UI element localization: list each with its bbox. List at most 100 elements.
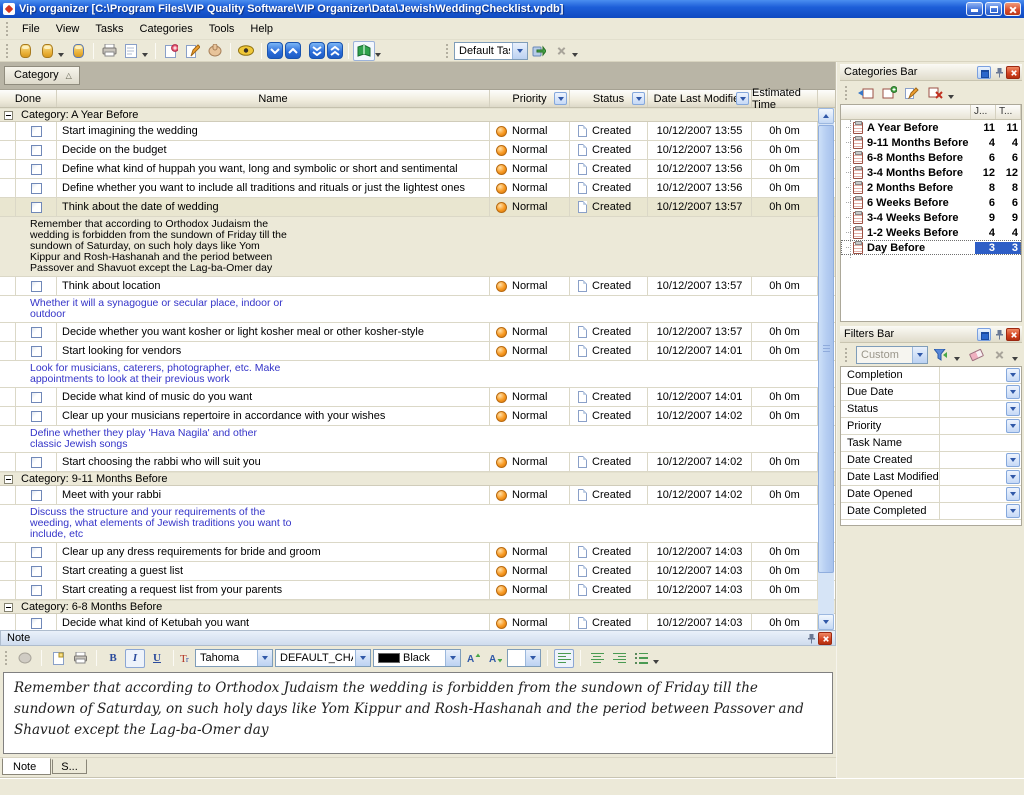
font-name-dropdown-button[interactable] [257, 650, 272, 666]
filter-preset-select[interactable]: Custom [856, 346, 928, 364]
apply-note-button[interactable] [15, 649, 35, 668]
column-header-estimated-time[interactable]: Estimated Time [752, 90, 818, 107]
filter-dropdown-button[interactable] [1006, 487, 1020, 501]
filter-dropdown-button[interactable] [1006, 453, 1020, 467]
category-item[interactable]: 6-8 Months Before66 [841, 150, 1021, 165]
task-row[interactable]: Define whether you want to include all t… [0, 179, 835, 198]
column-header-priority[interactable]: Priority [490, 90, 570, 107]
menu-tasks[interactable]: Tasks [87, 20, 131, 38]
filter-dropdown-button[interactable] [1006, 419, 1020, 433]
task-done-checkbox[interactable] [31, 547, 42, 558]
font-size-select[interactable] [507, 649, 541, 667]
task-done-checkbox[interactable] [31, 327, 42, 338]
task-done-checkbox[interactable] [31, 566, 42, 577]
menu-help[interactable]: Help [242, 20, 281, 38]
task-done-checkbox[interactable] [31, 183, 42, 194]
delete-view-button[interactable] [550, 41, 572, 61]
priority-filter-dropdown[interactable] [554, 92, 567, 105]
delete-category-button[interactable] [925, 83, 945, 102]
menu-tools[interactable]: Tools [201, 20, 243, 38]
collapse-icon[interactable] [4, 111, 13, 120]
column-header-date-modified[interactable]: Date Last Modified [648, 90, 752, 107]
filter-preset-dropdown-button[interactable] [912, 347, 927, 363]
task-row[interactable]: Decide on the budgetNormalCreated10/12/2… [0, 141, 835, 160]
new-task-button[interactable] [160, 41, 182, 61]
category-item[interactable]: 3-4 Months Before1212 [841, 165, 1021, 180]
categories-close-button[interactable] [1006, 66, 1020, 79]
tab-s[interactable]: S... [52, 759, 87, 774]
task-done-checkbox[interactable] [31, 164, 42, 175]
view-notes-button[interactable] [235, 41, 257, 61]
scroll-up-button[interactable] [818, 108, 834, 124]
edit-category-button[interactable] [902, 83, 922, 102]
filters-toolbar-more-icon[interactable] [1012, 357, 1018, 361]
clear-filter-button[interactable] [966, 345, 986, 364]
filter-dropdown-button[interactable] [1006, 470, 1020, 484]
task-done-checkbox[interactable] [31, 346, 42, 357]
category-group-row[interactable]: Category: 9-11 Months Before [0, 472, 835, 486]
task-done-checkbox[interactable] [31, 457, 42, 468]
categories-column-t[interactable]: T... [996, 105, 1021, 119]
charset-dropdown-button[interactable] [355, 650, 370, 666]
task-row[interactable]: Start creating a request list from your … [0, 581, 835, 600]
category-item[interactable]: 2 Months Before88 [841, 180, 1021, 195]
minimize-button[interactable] [966, 2, 983, 16]
filter-dropdown-button[interactable] [1006, 402, 1020, 416]
task-view-dropdown-button[interactable] [512, 43, 527, 59]
filters-pin-button[interactable] [992, 328, 1006, 341]
menu-view[interactable]: View [48, 20, 88, 38]
font-name-select[interactable]: Tahoma [195, 649, 273, 667]
task-done-checkbox[interactable] [31, 392, 42, 403]
task-row[interactable]: Clear up any dress requirements for brid… [0, 543, 835, 562]
move-to-bottom-button[interactable] [308, 41, 326, 61]
grow-font-button[interactable]: A [463, 649, 483, 668]
move-to-top-button[interactable] [326, 41, 344, 61]
categories-toolbar-more-icon[interactable] [948, 95, 954, 99]
category-group-row[interactable]: Category: 6-8 Months Before [0, 600, 835, 614]
print-dropdown-icon[interactable] [142, 53, 148, 57]
scrollbar-thumb[interactable] [818, 125, 834, 573]
categories-restore-button[interactable] [977, 66, 991, 79]
task-done-checkbox[interactable] [31, 490, 42, 501]
filter-dropdown-button[interactable] [1006, 504, 1020, 518]
apply-filter-button[interactable] [931, 345, 951, 364]
categories-column-j[interactable]: J... [971, 105, 996, 119]
font-size-dropdown-button[interactable] [525, 650, 540, 666]
apply-filter-dropdown-icon[interactable] [954, 357, 960, 361]
new-database-button[interactable] [14, 41, 36, 61]
notes-dropdown-icon[interactable] [375, 53, 381, 57]
date-filter-dropdown[interactable] [736, 92, 749, 105]
task-row[interactable]: Start imagining the weddingNormalCreated… [0, 122, 835, 141]
categories-pin-button[interactable] [992, 66, 1006, 79]
charset-select[interactable]: DEFAULT_CHAR [275, 649, 371, 667]
underline-button[interactable]: U [147, 649, 167, 668]
task-row[interactable]: Think about locationNormalCreated10/12/2… [0, 277, 835, 296]
category-group-row[interactable]: Category: A Year Before [0, 108, 835, 122]
notes-panel-toggle-button[interactable] [353, 41, 375, 61]
italic-button[interactable]: I [125, 649, 145, 668]
close-button[interactable] [1004, 2, 1021, 16]
note-toolbar-more-icon[interactable] [653, 660, 659, 664]
column-header-status[interactable]: Status [570, 90, 648, 107]
save-database-button[interactable] [67, 41, 89, 61]
category-item[interactable]: A Year Before1111 [841, 120, 1021, 135]
column-header-name[interactable]: Name [57, 90, 490, 107]
category-item[interactable]: 6 Weeks Before66 [841, 195, 1021, 210]
task-done-checkbox[interactable] [31, 585, 42, 596]
open-database-dropdown-icon[interactable] [58, 53, 64, 57]
task-row[interactable]: Clear up your musicians repertoire in ac… [0, 407, 835, 426]
open-database-button[interactable] [36, 41, 58, 61]
task-row[interactable]: Think about the date of weddingNormalCre… [0, 198, 835, 217]
filters-restore-button[interactable] [977, 328, 991, 341]
edit-task-button[interactable] [182, 41, 204, 61]
note-pin-button[interactable] [804, 632, 818, 645]
task-row[interactable]: Define what kind of huppah you want, lon… [0, 160, 835, 179]
category-item[interactable]: 9-11 Months Before44 [841, 135, 1021, 150]
collapse-icon[interactable] [4, 603, 13, 612]
task-row[interactable]: Start choosing the rabbi who will suit y… [0, 453, 835, 472]
note-text-editor[interactable]: Remember that according to Orthodox Juda… [3, 672, 833, 754]
note-close-button[interactable] [818, 632, 832, 645]
delete-filter-button[interactable] [989, 345, 1009, 364]
task-done-checkbox[interactable] [31, 281, 42, 292]
tab-note[interactable]: Note [2, 758, 51, 775]
